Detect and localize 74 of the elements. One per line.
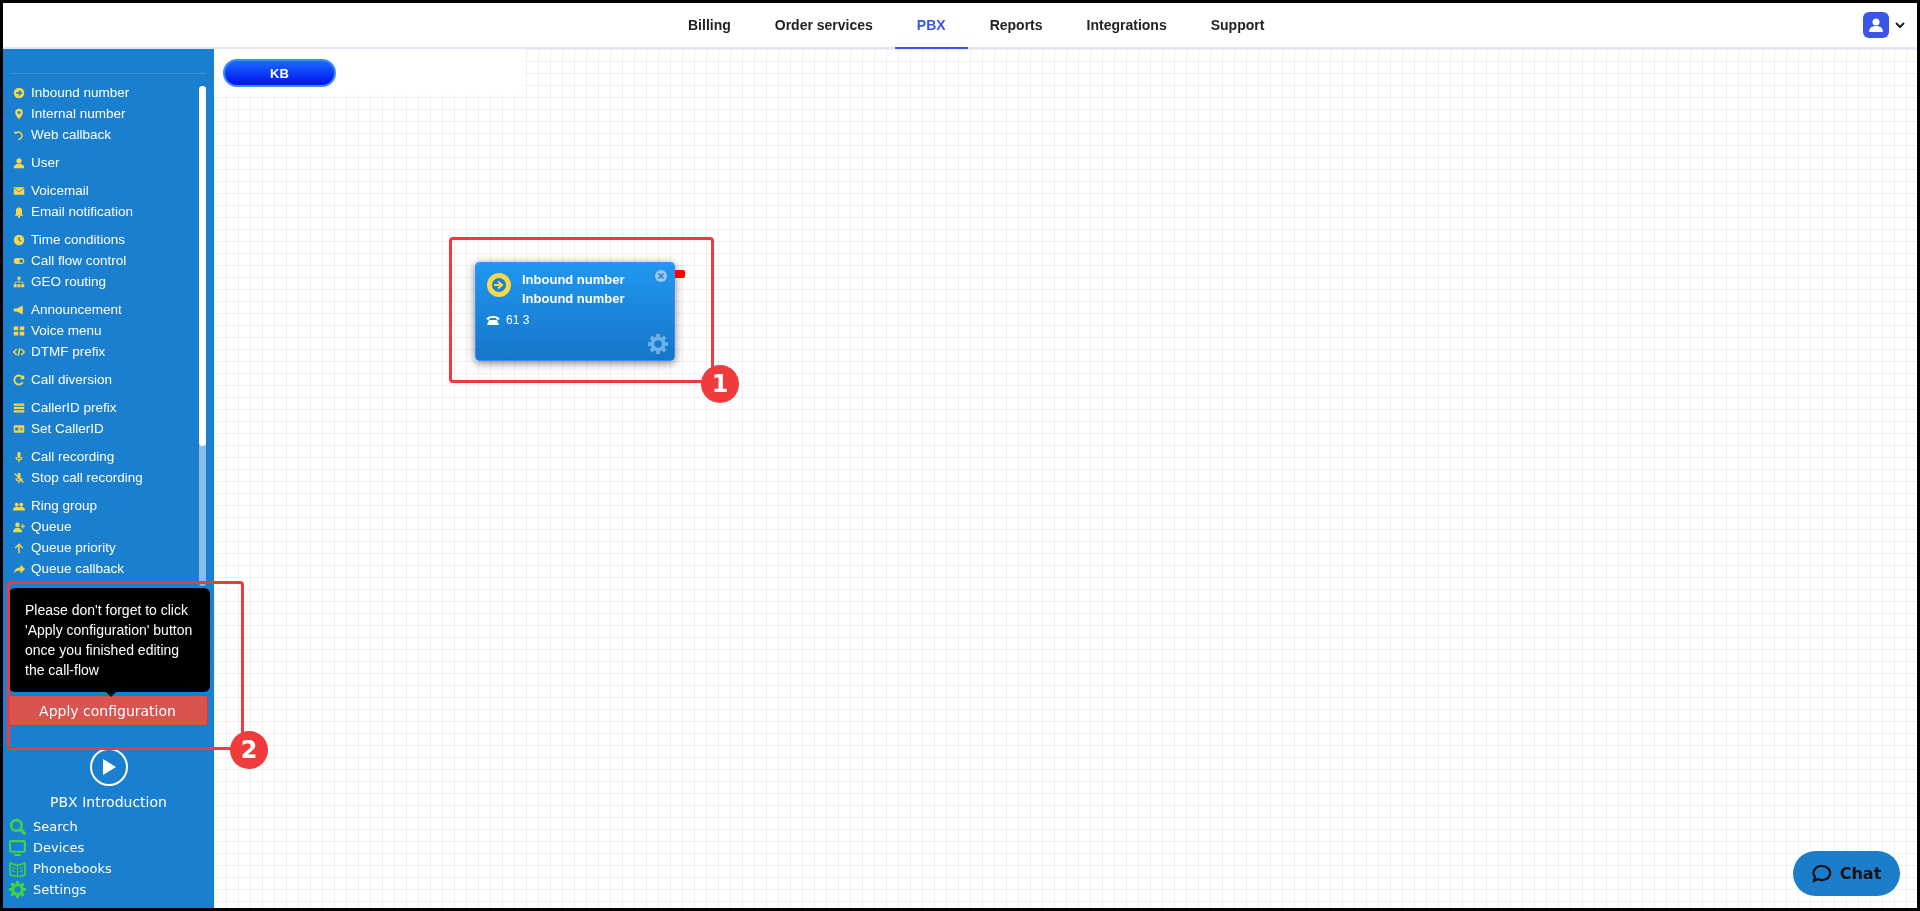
sidebar-item[interactable]: GEO routing [13,271,107,292]
sidebar-item[interactable]: Queue callback [13,558,125,579]
tooltip: Please don't forget to click 'Apply configuration' button once you finished editing the call-flow [9,588,210,692]
sitemap-icon [13,275,25,288]
apply-configuration-button[interactable]: Apply configuration [7,695,208,726]
user-plus-icon [13,520,25,533]
refresh-icon [13,373,25,386]
node-number: 61 3 [506,313,530,327]
nav-tab[interactable]: Billing [666,3,753,49]
gear-icon [9,881,26,898]
tooltip-arrow [103,689,119,697]
avatar-button[interactable] [1863,12,1889,38]
chevron-down-icon[interactable] [1895,21,1905,29]
flow-node[interactable]: Inbound number Inbound number 61 3 [475,262,675,361]
sidebar-item[interactable]: Call recording [13,446,115,467]
muted-microphone-icon [13,471,25,484]
search-icon [9,818,26,835]
sidebar-item[interactable]: Internal number [13,103,126,124]
phone-icon [486,314,500,326]
sidebar-item[interactable]: Call flow control [13,250,127,271]
scrollbar[interactable] [199,86,206,586]
id-card-icon [13,422,25,435]
nav-tab[interactable]: Support [1188,3,1287,49]
sidebar-item[interactable]: Voice menu [13,320,102,341]
sidebar-item[interactable]: Voicemail [13,180,89,201]
sidebar-tool[interactable]: Search [9,816,214,837]
nav-tab[interactable]: Integrations [1064,3,1189,49]
sidebar-item[interactable]: Inbound number [13,82,130,103]
sidebar-item[interactable]: Queue priority [13,537,116,558]
sidebar-item[interactable]: User [13,152,60,173]
sidebar-item[interactable]: CallerID prefix [13,397,117,418]
arrow-up-icon [13,541,25,554]
share-arrow-icon [13,562,25,575]
megaphone-icon [13,303,25,316]
bell-icon [13,205,25,218]
kb-button[interactable]: KB [223,59,336,87]
output-port[interactable] [675,270,685,278]
user-icon [1868,17,1884,33]
nav-tab[interactable]: Reports [967,3,1065,49]
sidebar-tool[interactable]: Phonebooks [9,858,214,879]
undo-arrow-icon [13,128,25,141]
chat-button[interactable]: Chat [1793,851,1900,896]
speech-bubble-icon [1811,863,1832,884]
sidebar-item[interactable]: DTMF prefix [13,341,106,362]
sidebar-item[interactable]: Email notification [13,201,134,222]
node-title: Inbound number Inbound number [522,271,625,308]
arrow-circle-icon [13,86,25,99]
sidebar-item[interactable]: Announcement [13,299,122,320]
user-icon [13,156,25,169]
envelope-icon [13,184,25,197]
arrow-circle-icon [486,272,512,298]
settings-icon[interactable] [648,334,668,354]
pin-icon [13,107,25,120]
monitor-icon [9,839,26,856]
sidebar-item[interactable]: Time conditions [13,229,126,250]
grid-icon [13,324,25,337]
sidebar-tool[interactable]: Settings [9,879,214,900]
sidebar-item[interactable]: Set CallerID [13,418,104,439]
sidebar-item[interactable]: Call diversion [13,369,113,390]
book-icon [9,860,26,877]
code-icon [13,345,25,358]
microphone-icon [13,450,25,463]
sidebar-item[interactable]: Stop call recording [13,467,143,488]
nav-tab[interactable]: Order services [752,3,895,49]
play-icon [100,758,117,776]
sidebar-item[interactable]: Web callback [13,124,112,145]
intro-label: PBX Introduction [49,794,168,810]
sidebar-item[interactable]: Queue [13,516,72,537]
sidebar-item[interactable]: Ring group [13,495,98,516]
clock-icon [13,233,25,246]
list-icon [13,401,25,414]
close-icon[interactable] [655,270,667,282]
play-button[interactable] [89,748,128,786]
sidebar-tool[interactable]: Devices [9,837,214,858]
